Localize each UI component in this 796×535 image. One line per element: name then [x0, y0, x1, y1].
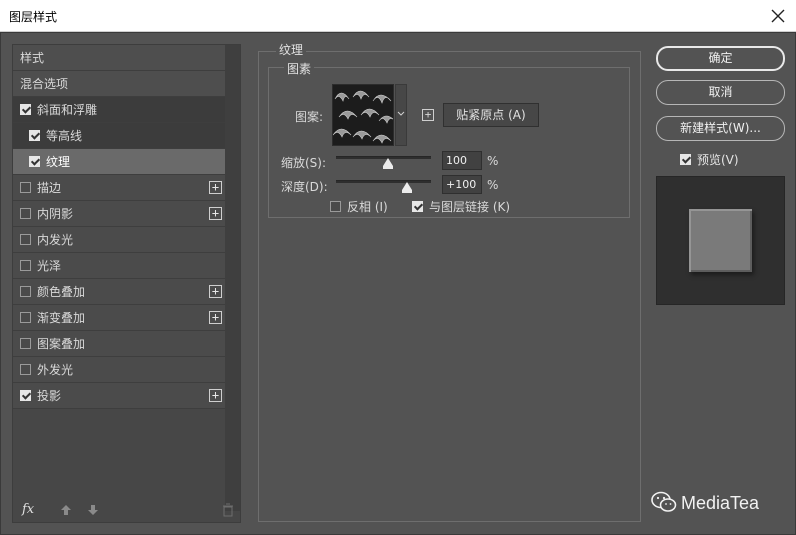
- list-item-satin[interactable]: 光泽: [13, 253, 225, 279]
- new-preset-icon[interactable]: +: [422, 109, 434, 121]
- list-item-texture[interactable]: 纹理: [13, 149, 225, 175]
- list-item-label: 投影: [37, 389, 62, 403]
- list-item-outer-glow[interactable]: 外发光: [13, 357, 225, 383]
- scale-input[interactable]: 100: [442, 151, 482, 170]
- scale-slider-thumb[interactable]: [383, 158, 394, 169]
- inner-shadow-checkbox[interactable]: [20, 208, 31, 219]
- list-item-label: 混合选项: [20, 77, 69, 91]
- cancel-button[interactable]: 取消: [656, 80, 785, 105]
- link-with-layer-option[interactable]: 与图层链接 (K): [412, 198, 510, 215]
- outer-glow-checkbox[interactable]: [20, 364, 31, 375]
- new-style-button[interactable]: 新建样式(W)...: [656, 116, 785, 141]
- list-item-blending-options[interactable]: 混合选项: [13, 71, 225, 97]
- bevel-emboss-checkbox[interactable]: [20, 104, 31, 115]
- style-list: 样式 混合选项 斜面和浮雕 等高线 纹理 描边 + 内阴影 + 内发光 光泽 颜…: [13, 45, 225, 409]
- list-item-label: 内阴影: [37, 207, 74, 221]
- satin-checkbox[interactable]: [20, 260, 31, 271]
- list-item-gradient-overlay[interactable]: 渐变叠加 +: [13, 305, 225, 331]
- link-with-layer-label: 与图层链接 (K): [429, 200, 511, 214]
- invert-checkbox[interactable]: [330, 201, 341, 212]
- list-item-label: 样式: [20, 51, 45, 65]
- pattern-overlay-checkbox[interactable]: [20, 338, 31, 349]
- list-item-label: 外发光: [37, 363, 74, 377]
- list-item-label: 光泽: [37, 259, 62, 273]
- title-bar: 图层样式: [0, 0, 796, 32]
- list-item-label: 描边: [37, 181, 62, 195]
- pattern-label: 图案:: [295, 110, 324, 124]
- snap-to-origin-button[interactable]: 贴紧原点 (A): [443, 103, 539, 127]
- list-item-pattern-overlay[interactable]: 图案叠加: [13, 331, 225, 357]
- pattern-dropdown[interactable]: [395, 84, 407, 146]
- texture-checkbox[interactable]: [29, 156, 40, 167]
- list-item-inner-glow[interactable]: 内发光: [13, 227, 225, 253]
- list-item-label: 等高线: [46, 129, 83, 143]
- link-with-layer-checkbox[interactable]: [412, 201, 423, 212]
- invert-option[interactable]: 反相 (I): [330, 198, 388, 215]
- list-item-stroke[interactable]: 描边 +: [13, 175, 225, 201]
- drop-shadow-checkbox[interactable]: [20, 390, 31, 401]
- depth-slider[interactable]: [336, 180, 431, 183]
- list-item-color-overlay[interactable]: 颜色叠加 +: [13, 279, 225, 305]
- chevron-down-icon: [397, 111, 405, 116]
- move-down-icon[interactable]: [87, 503, 99, 517]
- gradient-overlay-checkbox[interactable]: [20, 312, 31, 323]
- add-icon[interactable]: +: [209, 311, 222, 324]
- ok-button[interactable]: 确定: [656, 46, 785, 71]
- pattern-swatch[interactable]: [332, 84, 394, 146]
- list-item-label: 斜面和浮雕: [37, 103, 98, 117]
- list-item-styles[interactable]: 样式: [13, 45, 225, 71]
- inner-glow-checkbox[interactable]: [20, 234, 31, 245]
- add-icon[interactable]: +: [209, 389, 222, 402]
- trash-icon[interactable]: [222, 503, 234, 517]
- list-item-label: 图案叠加: [37, 337, 86, 351]
- depth-slider-thumb[interactable]: [402, 182, 413, 193]
- brand-watermark: MediaTea: [651, 491, 759, 514]
- depth-input[interactable]: +100: [442, 175, 482, 194]
- layer-style-dialog: 样式 混合选项 斜面和浮雕 等高线 纹理 描边 + 内阴影 + 内发光 光泽 颜…: [0, 32, 796, 535]
- wechat-icon: [651, 491, 677, 512]
- list-item-inner-shadow[interactable]: 内阴影 +: [13, 201, 225, 227]
- window-title: 图层样式: [9, 10, 58, 24]
- elements-group: [268, 67, 630, 218]
- fx-icon[interactable]: fx: [22, 502, 34, 517]
- preview-label: 预览(V): [697, 153, 739, 167]
- list-item-label: 颜色叠加: [37, 285, 86, 299]
- list-item-label: 纹理: [46, 155, 71, 169]
- stroke-checkbox[interactable]: [20, 182, 31, 193]
- style-preview: [656, 176, 785, 305]
- texture-section-title: 纹理: [276, 41, 307, 58]
- depth-label: 深度(D):: [281, 180, 328, 194]
- scale-percent-sign: %: [487, 154, 499, 168]
- add-icon[interactable]: +: [209, 285, 222, 298]
- invert-label: 反相 (I): [347, 200, 388, 214]
- color-overlay-checkbox[interactable]: [20, 286, 31, 297]
- scale-label: 缩放(S):: [281, 156, 327, 170]
- list-toolbar: fx: [13, 498, 242, 522]
- list-scrollbar[interactable]: [225, 45, 240, 511]
- move-up-icon[interactable]: [60, 503, 72, 517]
- list-item-drop-shadow[interactable]: 投影 +: [13, 383, 225, 409]
- add-icon[interactable]: +: [209, 181, 222, 194]
- elements-group-title: 图素: [284, 60, 315, 77]
- contour-checkbox[interactable]: [29, 130, 40, 141]
- depth-percent-sign: %: [487, 178, 499, 192]
- preview-swatch: [689, 209, 752, 272]
- list-item-label: 渐变叠加: [37, 311, 86, 325]
- list-item-label: 内发光: [37, 233, 74, 247]
- preview-option[interactable]: 预览(V): [680, 151, 739, 168]
- brand-text: MediaTea: [681, 493, 760, 513]
- list-item-bevel-emboss[interactable]: 斜面和浮雕: [13, 97, 225, 123]
- list-item-contour[interactable]: 等高线: [13, 123, 225, 149]
- preview-checkbox[interactable]: [680, 154, 691, 165]
- style-list-panel: 样式 混合选项 斜面和浮雕 等高线 纹理 描边 + 内阴影 + 内发光 光泽 颜…: [12, 44, 241, 523]
- add-icon[interactable]: +: [209, 207, 222, 220]
- close-icon[interactable]: [766, 4, 790, 28]
